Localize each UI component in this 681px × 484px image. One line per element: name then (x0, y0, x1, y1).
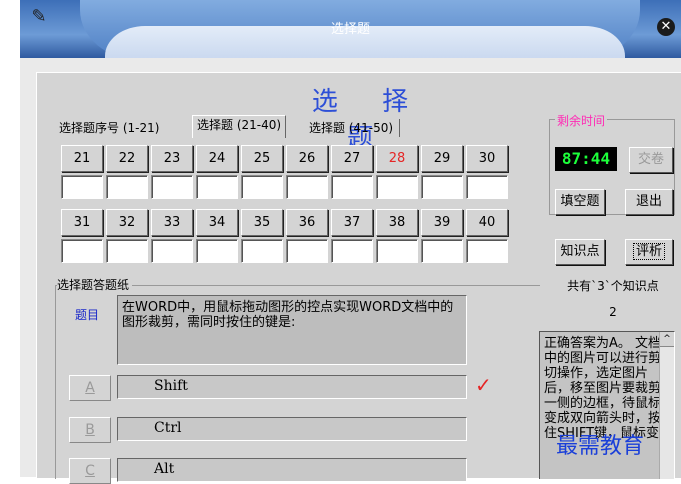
knowledge-button[interactable]: 知识点 (555, 239, 605, 265)
option-a-text: Shift (154, 378, 188, 394)
question-label: 题目 (75, 308, 100, 322)
page-title: 选 择 题 (311, 87, 427, 154)
question-button[interactable]: 22 (106, 145, 148, 172)
scroll-up-icon[interactable]: ^ (660, 332, 674, 347)
answer-cell[interactable] (151, 239, 193, 263)
question-button-current[interactable]: 28 (376, 145, 418, 172)
timer-label: 剩余时间 (555, 112, 608, 129)
answer-sheet-label: 选择题答题纸 (57, 276, 133, 293)
answer-cell[interactable] (421, 175, 463, 199)
answer-cell[interactable] (196, 175, 238, 199)
title-bar: ✎ 选择题 ✕ (20, 0, 681, 58)
question-button[interactable]: 31 (61, 209, 103, 236)
option-a-field: Shift (117, 375, 467, 399)
option-c-text: Alt (154, 461, 175, 477)
tab-questions-21-40[interactable]: 选择题 (21-40) (192, 115, 287, 138)
answer-cell[interactable] (106, 239, 148, 263)
option-b-button[interactable]: B (69, 417, 111, 443)
question-button[interactable]: 32 (106, 209, 148, 236)
exit-button[interactable]: 退出 (625, 189, 673, 215)
tab-questions-1-21[interactable]: 选择题序号 (1-21) (59, 119, 159, 137)
question-button[interactable]: 38 (376, 209, 418, 236)
analysis-button-label: 评析 (632, 243, 665, 260)
question-button[interactable]: 34 (196, 209, 238, 236)
question-button[interactable]: 25 (241, 145, 283, 172)
option-c-field: Alt (117, 458, 467, 482)
option-a-button[interactable]: A (69, 375, 111, 401)
question-button[interactable]: 24 (196, 145, 238, 172)
analysis-button[interactable]: 评析 (625, 239, 673, 265)
question-button[interactable]: 35 (241, 209, 283, 236)
answer-cell[interactable] (61, 239, 103, 263)
question-text: 在WORD中，用鼠标拖动图形的控点实现WORD文档中的图形裁剪，需同时按住的键是… (122, 300, 454, 330)
window-title: 选择题 (330, 22, 370, 37)
main-panel: 选 择 题 选择题序号 (1-21) 选择题 (21-40) 选择题 (41-5… (36, 72, 681, 484)
knowledge-count: 共有`3`个知识点 (567, 279, 659, 293)
question-button[interactable]: 36 (286, 209, 328, 236)
option-c-button[interactable]: C (69, 458, 111, 484)
close-icon[interactable]: ✕ (657, 18, 675, 36)
knowledge-index: 2 (609, 305, 617, 319)
app-window: ✎ 选择题 ✕ 选 择 题 选择题序号 (1-21) 选择题 (21-40) 选… (20, 0, 681, 484)
answer-cell[interactable] (106, 175, 148, 199)
question-button[interactable]: 37 (331, 209, 373, 236)
option-b-text: Ctrl (154, 420, 182, 436)
correct-check-icon: ✓ (475, 373, 492, 397)
explanation-text: 正确答案为A。 文档中的图片可以进行剪切操作，选定图片后，移至图片要裁剪一侧的边… (544, 336, 662, 441)
question-button[interactable]: 39 (421, 209, 463, 236)
question-button[interactable]: 23 (151, 145, 193, 172)
answer-cell[interactable] (376, 175, 418, 199)
answer-cell[interactable] (331, 175, 373, 199)
answer-cell[interactable] (241, 239, 283, 263)
answer-cell[interactable] (196, 239, 238, 263)
answer-cell[interactable] (61, 175, 103, 199)
fill-blank-button[interactable]: 填空题 (555, 189, 605, 215)
question-box: 在WORD中，用鼠标拖动图形的控点实现WORD文档中的图形裁剪，需同时按住的键是… (117, 295, 467, 365)
answer-cell[interactable] (466, 175, 508, 199)
question-button[interactable]: 29 (421, 145, 463, 172)
question-button[interactable]: 27 (331, 145, 373, 172)
question-button[interactable]: 33 (151, 209, 193, 236)
timer-display: 87:44 (555, 147, 617, 171)
answer-cell[interactable] (151, 175, 193, 199)
question-button[interactable]: 21 (61, 145, 103, 172)
answer-cell[interactable] (286, 239, 328, 263)
question-button[interactable]: 30 (466, 145, 508, 172)
option-b-field: Ctrl (117, 417, 467, 441)
answer-cell[interactable] (286, 175, 328, 199)
tab-questions-41-50[interactable]: 选择题 (41-50) (305, 119, 401, 137)
answer-cell[interactable] (241, 175, 283, 199)
question-button[interactable]: 26 (286, 145, 328, 172)
watermark-logo: 最需教育 (556, 434, 645, 459)
answer-cell[interactable] (421, 239, 463, 263)
answer-cell[interactable] (466, 239, 508, 263)
question-button[interactable]: 40 (466, 209, 508, 236)
submit-button[interactable]: 交卷 (629, 147, 673, 173)
explanation-scrollbar[interactable]: ^ (659, 332, 674, 479)
answer-cell[interactable] (376, 239, 418, 263)
answer-cell[interactable] (331, 239, 373, 263)
